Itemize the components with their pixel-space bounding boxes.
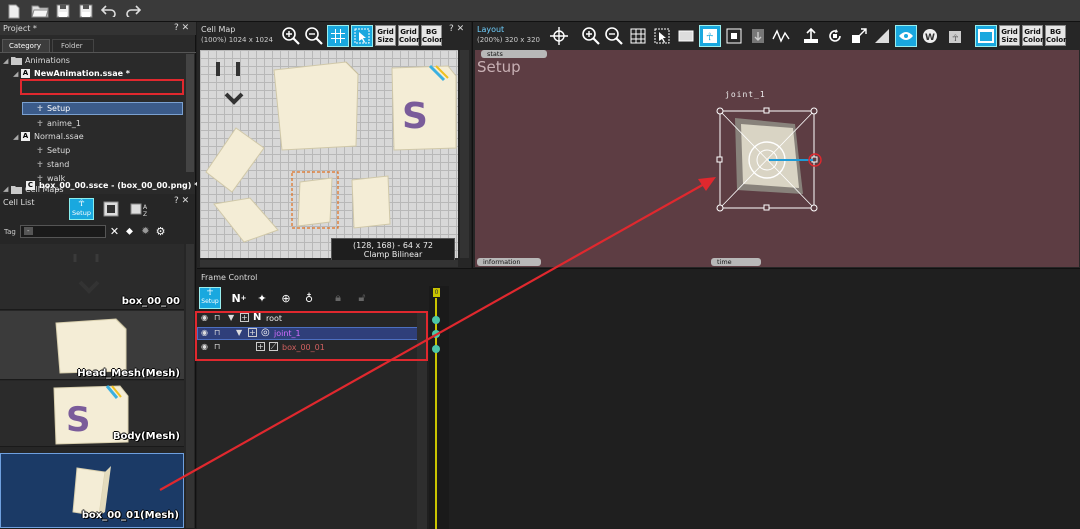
annotation-arrow <box>159 177 716 491</box>
